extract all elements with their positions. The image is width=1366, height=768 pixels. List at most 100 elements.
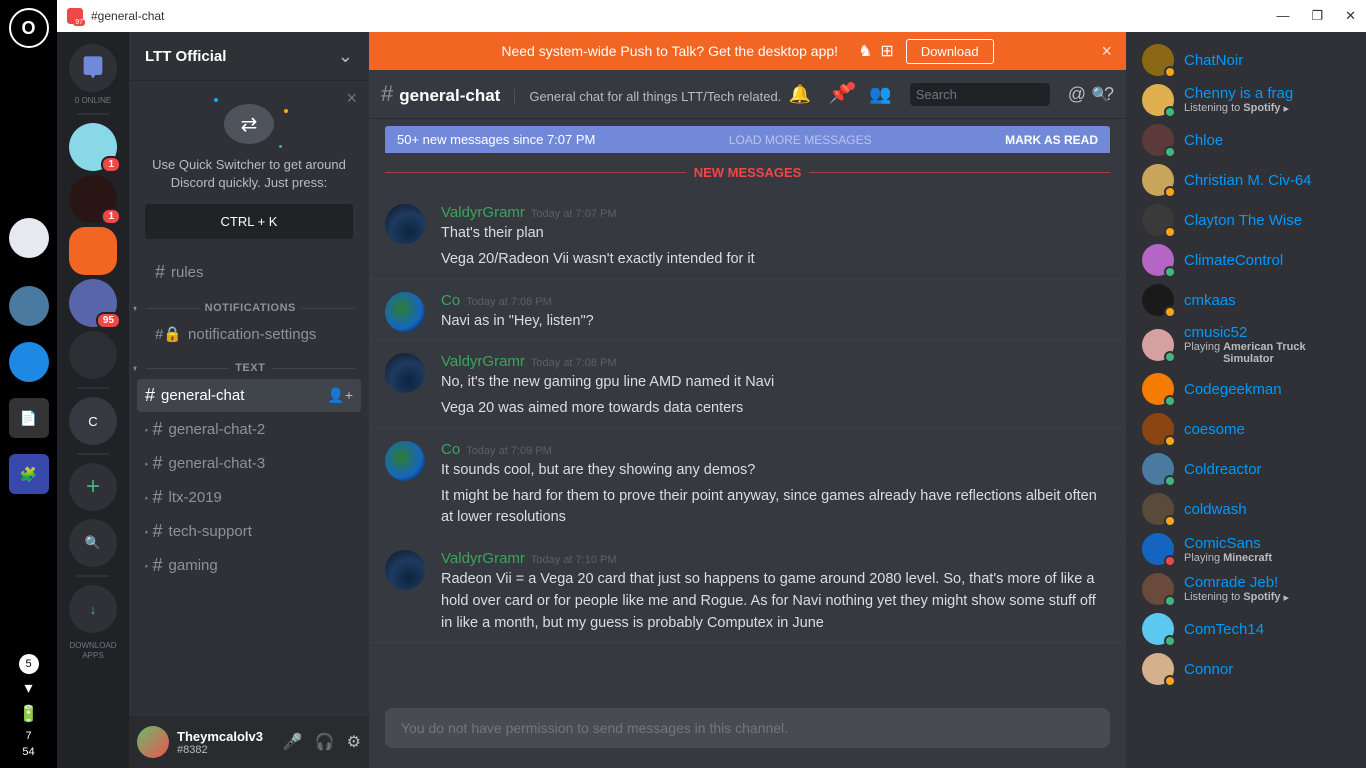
member-item[interactable]: coldwash	[1134, 489, 1366, 529]
channel-item[interactable]: ▸#gaming	[137, 549, 361, 582]
message-author[interactable]: ValdyrGramr	[441, 550, 525, 567]
home-button[interactable]	[69, 44, 117, 92]
user-server[interactable]: C	[69, 397, 117, 445]
android-icon[interactable]: ♞	[858, 41, 872, 61]
member-item[interactable]: Codegeekman	[1134, 369, 1366, 409]
channels-scroll[interactable]: # rules ▾ NOTIFICATIONS #🔒 notification-…	[129, 255, 369, 716]
windows-icon[interactable]: ⊞	[880, 41, 893, 61]
member-item[interactable]: ComicSansPlaying Minecraft	[1134, 529, 1366, 569]
channel-item[interactable]: ▸#general-chat-3	[137, 447, 361, 480]
status-indicator	[1164, 66, 1176, 78]
channel-item[interactable]: #general-chat👤+	[137, 379, 361, 412]
channel-name: general-chat-3	[169, 455, 266, 472]
download-apps-button[interactable]: ↓	[69, 585, 117, 633]
mark-as-read-button[interactable]: MARK AS READ	[1005, 133, 1098, 147]
maximize-button[interactable]: ❐	[1311, 8, 1323, 24]
server-item[interactable]: 95	[69, 279, 117, 327]
message-author[interactable]: Co	[441, 441, 460, 458]
search-box[interactable]: 🔍	[910, 83, 1050, 106]
messages-scroll[interactable]: 50+ new messages since 7:07 PM LOAD MORE…	[369, 118, 1126, 708]
mute-button[interactable]: 🎤	[283, 732, 303, 752]
bell-icon[interactable]: 🔔	[788, 84, 810, 105]
os-app-1[interactable]	[9, 218, 49, 258]
pins-icon[interactable]: 📌	[829, 84, 851, 105]
message-avatar[interactable]	[385, 550, 425, 590]
member-name: Clayton The Wise	[1184, 212, 1302, 229]
server-header[interactable]: LTT Official ⌄	[129, 32, 369, 80]
add-server-button[interactable]: +	[69, 463, 117, 511]
member-avatar	[1142, 653, 1174, 685]
member-item[interactable]: Coldreactor	[1134, 449, 1366, 489]
member-name: ComicSans	[1184, 535, 1272, 552]
channel-notification-settings[interactable]: #🔒 notification-settings	[137, 319, 361, 349]
channel-item[interactable]: ▸#tech-support	[137, 515, 361, 548]
help-icon[interactable]: ?	[1104, 84, 1114, 105]
message: ValdyrGramrToday at 7:08 PMNo, it's the …	[369, 341, 1126, 429]
member-item[interactable]: Chenny is a fragListening to Spotify ▸	[1134, 80, 1366, 120]
member-item[interactable]: coesome	[1134, 409, 1366, 449]
message-avatar[interactable]	[385, 204, 425, 244]
message-avatar[interactable]	[385, 441, 425, 481]
member-avatar	[1142, 44, 1174, 76]
member-avatar	[1142, 453, 1174, 485]
member-item[interactable]: cmusic52Playing American Truck Simulator	[1134, 320, 1366, 369]
os-app-5[interactable]: 🧩	[9, 454, 49, 494]
hash-icon: #	[153, 555, 163, 576]
server-item[interactable]: 1	[69, 175, 117, 223]
member-item[interactable]: cmkaas	[1134, 280, 1366, 320]
member-item[interactable]: Connor	[1134, 649, 1366, 689]
member-item[interactable]: ComTech14	[1134, 609, 1366, 649]
load-more-button[interactable]: LOAD MORE MESSAGES	[595, 133, 1005, 147]
deafen-button[interactable]: 🎧	[315, 732, 335, 752]
category-notifications[interactable]: ▾ NOTIFICATIONS	[129, 290, 369, 318]
member-item[interactable]: ClimateControl	[1134, 240, 1366, 280]
member-avatar	[1142, 613, 1174, 645]
server-item[interactable]: 1	[69, 123, 117, 171]
message-avatar[interactable]	[385, 292, 425, 332]
member-item[interactable]: Christian M. Civ-64	[1134, 160, 1366, 200]
category-text[interactable]: ▾ TEXT	[129, 350, 369, 378]
settings-button[interactable]: ⚙	[347, 732, 361, 752]
download-button[interactable]: Download	[906, 39, 994, 64]
server-divider-3	[77, 453, 109, 455]
status-indicator	[1164, 395, 1176, 407]
close-icon[interactable]: ×	[346, 88, 357, 109]
member-item[interactable]: Comrade Jeb!Listening to Spotify ▸	[1134, 569, 1366, 609]
server-badge: 95	[96, 312, 121, 329]
member-item[interactable]: ChatNoir	[1134, 40, 1366, 80]
server-item[interactable]	[69, 227, 117, 275]
user-avatar[interactable]	[137, 726, 169, 758]
member-name: coldwash	[1184, 501, 1247, 518]
mentions-icon[interactable]: @	[1068, 84, 1086, 105]
search-input[interactable]	[916, 87, 1092, 102]
os-app-3[interactable]	[9, 342, 49, 382]
members-list[interactable]: ChatNoir Chenny is a fragListening to Spo…	[1126, 32, 1366, 768]
channel-rules[interactable]: # rules	[137, 256, 361, 289]
os-sidebar: O 📄 🧩 5 ▾ 🔋 7 54	[0, 0, 57, 768]
member-avatar	[1142, 284, 1174, 316]
add-person-icon[interactable]: 👤+	[327, 387, 353, 404]
message-author[interactable]: Co	[441, 292, 460, 309]
os-notif-count[interactable]: 5	[19, 654, 39, 674]
os-app-4[interactable]: 📄	[9, 398, 49, 438]
close-button[interactable]: ✕	[1345, 8, 1356, 24]
member-item[interactable]: Clayton The Wise	[1134, 200, 1366, 240]
member-item[interactable]: Chloe	[1134, 120, 1366, 160]
message-avatar[interactable]	[385, 353, 425, 393]
server-item[interactable]	[69, 331, 117, 379]
discover-button[interactable]: 🔍	[69, 519, 117, 567]
channel-item[interactable]: ▸#ltx-2019	[137, 481, 361, 514]
new-messages-count: 50+ new messages since 7:07 PM	[397, 132, 595, 147]
os-launcher[interactable]: O	[9, 8, 49, 48]
os-app-2[interactable]	[9, 286, 49, 326]
channel-item[interactable]: ▸#general-chat-2	[137, 413, 361, 446]
banner-close-icon[interactable]: ×	[1101, 41, 1112, 62]
status-indicator	[1164, 106, 1176, 118]
members-icon[interactable]: 👥	[869, 84, 891, 105]
quick-switcher-button[interactable]: CTRL + K	[145, 204, 353, 239]
message-author[interactable]: ValdyrGramr	[441, 353, 525, 370]
minimize-button[interactable]: —	[1276, 8, 1289, 24]
message-author[interactable]: ValdyrGramr	[441, 204, 525, 221]
member-name: ChatNoir	[1184, 52, 1243, 69]
app-root: 0 ONLINE 1195 C + 🔍 ↓ DOWNLOAD APPS LTT …	[57, 32, 1366, 768]
